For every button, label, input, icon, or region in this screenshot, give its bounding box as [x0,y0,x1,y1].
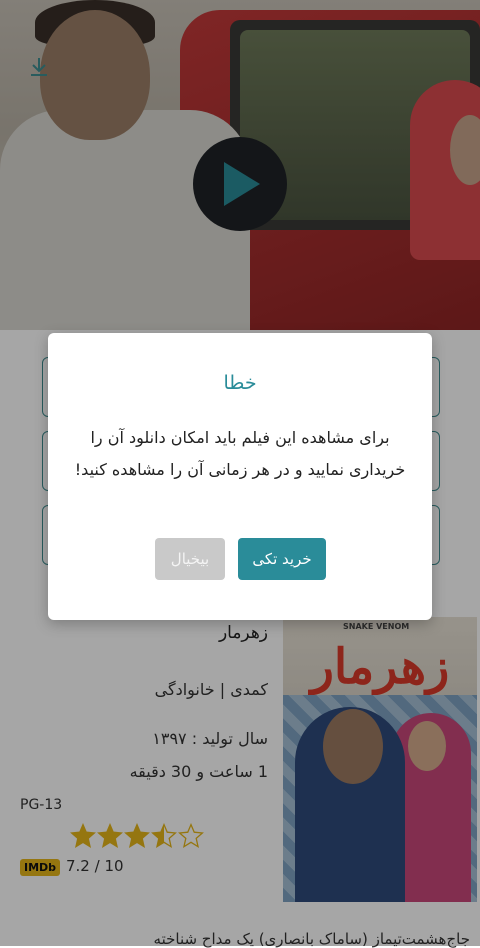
buy-single-button[interactable]: خرید تکی [238,538,326,580]
error-dialog: خطا برای مشاهده این فیلم باید امکان دانل… [48,333,432,620]
cancel-button[interactable]: بیخیال [155,538,225,580]
dialog-title: خطا [223,372,257,394]
dialog-message: برای مشاهده این فیلم باید امکان دانلود آ… [74,428,406,479]
